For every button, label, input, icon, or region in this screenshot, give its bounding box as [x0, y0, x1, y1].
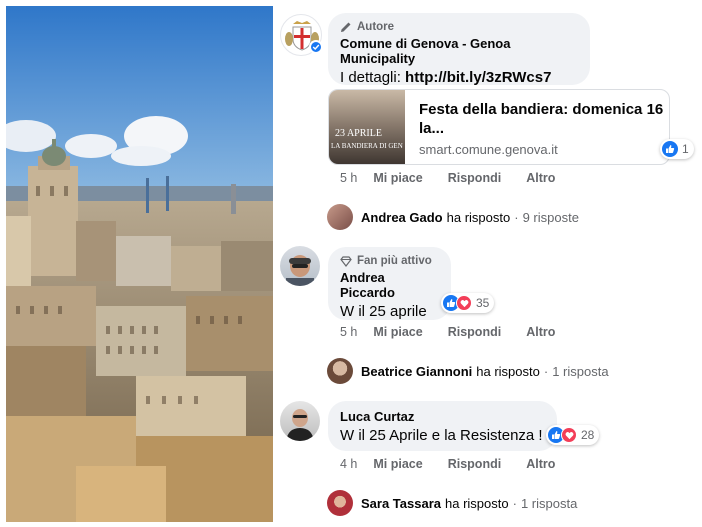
- comment-2-timestamp[interactable]: 4 h: [340, 457, 357, 471]
- comment-1-text: W il 25 aprile: [340, 303, 427, 320]
- reply-count: 9 risposte: [522, 209, 579, 225]
- replier-verb: ha risposto: [476, 363, 540, 379]
- comment-1-reaction-count: 35: [476, 296, 490, 310]
- author-reactions[interactable]: 1: [660, 139, 694, 159]
- link-preview-thumbnail: 23 APRILE LA BANDIERA DI GEN: [329, 90, 405, 164]
- replier-verb: ha risposto: [445, 495, 509, 511]
- comment-1-reply-button[interactable]: Rispondi: [448, 325, 501, 339]
- author-actions: 5 h Mi piace Rispondi Altro: [340, 171, 580, 185]
- replier-name: Beatrice Giannoni: [361, 363, 473, 379]
- comment-2-replies-link[interactable]: Sara Tassara ha risposto · 1 risposta: [327, 490, 577, 516]
- author-reply-button[interactable]: Rispondi: [448, 171, 501, 185]
- love-reaction-icon: [456, 295, 472, 311]
- dot-separator: ·: [543, 363, 549, 379]
- dot-separator: ·: [512, 495, 517, 511]
- replier-name: Andrea Gado: [361, 209, 443, 225]
- author-more-button[interactable]: Altro: [526, 171, 555, 185]
- comment-1-bubble: Fan più attivo Andrea Piccardo W il 25 a…: [328, 247, 451, 320]
- comment-1-actions: 5 h Mi piace Rispondi Altro: [340, 325, 580, 339]
- thumb-caption-top: 23 APRILE: [335, 128, 382, 139]
- comment-2-reply-button[interactable]: Rispondi: [448, 457, 501, 471]
- like-reaction-icon: [662, 141, 678, 157]
- sara-tassara-avatar: [327, 490, 353, 516]
- andrea-gado-avatar: [327, 204, 353, 230]
- link-preview-domain: smart.comune.genova.it: [419, 142, 558, 157]
- author-comment-text: I dettagli: http://bit.ly/3zRWcs7: [340, 69, 578, 86]
- comment-2-like-button[interactable]: Mi piace: [373, 457, 422, 471]
- author-reaction-count: 1: [682, 142, 689, 156]
- luca-curtaz-avatar[interactable]: [280, 401, 320, 441]
- comment-2-more-button[interactable]: Altro: [526, 457, 555, 471]
- comment-1-reactions[interactable]: 35: [441, 293, 495, 313]
- link-preview-card[interactable]: 23 APRILE LA BANDIERA DI GEN Festa della…: [328, 89, 670, 165]
- verified-badge-icon: [309, 40, 323, 54]
- andrea-piccardo-avatar[interactable]: [280, 246, 320, 286]
- comment-1-author[interactable]: Andrea Piccardo: [340, 270, 439, 300]
- comment-2-actions: 4 h Mi piace Rispondi Altro: [340, 457, 580, 471]
- comment-2-reaction-count: 28: [581, 428, 595, 442]
- author-like-button[interactable]: Mi piace: [373, 171, 422, 185]
- author-badge-label: Autore: [357, 21, 395, 33]
- replier-verb: ha risposto: [446, 209, 511, 225]
- comment-1-replies-link[interactable]: Beatrice Giannoni ha risposto · 1 rispos…: [327, 358, 609, 384]
- top-fan-badge-label: Fan più attivo: [357, 255, 432, 267]
- thumb-caption-bottom: LA BANDIERA DI GEN: [331, 142, 403, 150]
- comment-1-like-button[interactable]: Mi piace: [373, 325, 422, 339]
- diamond-icon: [340, 255, 352, 267]
- author-text-prefix: I dettagli:: [340, 69, 406, 86]
- author-timestamp[interactable]: 5 h: [340, 171, 357, 185]
- comment-2-reactions[interactable]: 28: [546, 425, 600, 445]
- author-comment-bubble: Autore Comune di Genova - Genoa Municipa…: [328, 13, 590, 86]
- author-replies-link[interactable]: Andrea Gado ha risposto · 9 risposte: [327, 204, 579, 230]
- comment-2-text: W il 25 Aprile e la Resistenza !: [340, 427, 543, 444]
- top-fan-badge: Fan più attivo: [340, 255, 439, 267]
- beatrice-giannoni-avatar: [327, 358, 353, 384]
- comment-2-author[interactable]: Luca Curtaz: [340, 409, 545, 424]
- reply-count: 1 risposta: [552, 363, 609, 379]
- pencil-icon: [341, 22, 351, 32]
- comment-2-bubble: Luca Curtaz W il 25 Aprile e la Resisten…: [328, 401, 557, 451]
- reply-count: 1 risposta: [520, 495, 578, 511]
- comments-panel: Autore Comune di Genova - Genoa Municipa…: [280, 0, 702, 527]
- comment-1-more-button[interactable]: Altro: [526, 325, 555, 339]
- genoa-city-photo: [6, 6, 273, 522]
- author-comment-link[interactable]: http://bit.ly/3zRWcs7: [405, 69, 551, 86]
- love-reaction-icon: [561, 427, 577, 443]
- comment-1-timestamp[interactable]: 5 h: [340, 325, 357, 339]
- dot-separator: ·: [514, 209, 519, 225]
- author-badge: Autore: [340, 21, 578, 33]
- replier-name: Sara Tassara: [361, 495, 441, 511]
- author-name[interactable]: Comune di Genova - Genoa Municipality: [340, 36, 578, 66]
- link-preview-title[interactable]: Festa della bandiera: domenica 16 la...: [419, 100, 669, 138]
